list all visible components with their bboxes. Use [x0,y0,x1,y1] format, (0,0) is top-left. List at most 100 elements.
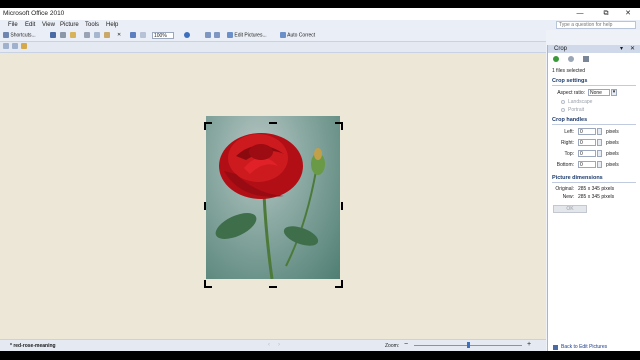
email-button[interactable] [70,32,76,39]
undo-button[interactable] [130,32,136,39]
forward-nav-icon[interactable] [568,56,574,62]
cut-button[interactable] [84,32,90,39]
copy-button[interactable] [94,32,100,39]
pane-close-icon[interactable]: ✕ [630,45,635,52]
left-unit: pixels [606,129,619,135]
crop-handle-bottom-left-vertical[interactable] [204,280,206,288]
picture-dimensions-heading: Picture dimensions [552,175,603,181]
top-spinner[interactable] [597,150,602,157]
original-label: Original: [555,186,574,192]
single-view-button[interactable] [21,43,27,50]
print-button[interactable] [60,32,66,39]
right-unit: pixels [606,140,619,146]
divider [552,124,636,125]
edit-pictures-label: Edit Pictures... [234,32,267,39]
menu-help[interactable]: Help [106,22,118,28]
crop-handle-top-right-vertical[interactable] [341,122,343,130]
save-button[interactable] [50,32,56,39]
divider [552,182,636,183]
right-spinner[interactable] [597,139,602,146]
back-to-edit-pictures-link[interactable]: Back to Edit Pictures [561,344,607,350]
paste-icon [104,32,110,38]
menu-edit[interactable]: Edit [25,22,35,28]
divider [552,85,636,86]
bottom-label: Bottom: [556,162,574,168]
help-button[interactable] [184,32,190,39]
menu-tools[interactable]: Tools [85,22,99,28]
redo-button[interactable] [140,32,146,39]
aspect-ratio-select[interactable]: None [588,89,610,96]
edit-pictures-icon [227,32,233,38]
menu-picture[interactable]: Picture [60,22,79,28]
restore-button[interactable]: ⧉ [594,8,618,20]
edit-pictures-button[interactable]: Edit Pictures... [227,32,267,39]
title-bar: Microsoft Office 2010 — ⧉ ✕ [0,8,640,20]
file-name: * red-rose-meaning [10,343,56,349]
crop-handle-bottom-right-vertical[interactable] [341,280,343,288]
filmstrip-view-button[interactable] [12,43,18,50]
back-to-edit-icon [553,345,558,350]
shortcuts-icon [3,32,9,38]
crop-settings-heading: Crop settings [552,78,588,84]
crop-pane-title: Crop [554,46,568,52]
crop-handle-top[interactable] [269,122,277,124]
landscape-label: Landscape [568,99,593,105]
undo-icon [130,32,136,38]
rotate-right-button[interactable] [214,32,220,39]
home-icon[interactable] [583,56,589,62]
menu-bar: File Edit View Picture Tools Help [0,20,640,30]
zoom-slider-thumb[interactable] [467,342,470,348]
chevron-down-icon[interactable]: ▾ [611,89,617,96]
print-icon [60,32,66,38]
rose-image [206,116,340,279]
view-toolbar [0,42,546,53]
crop-handle-top-left-vertical[interactable] [204,122,206,130]
pane-dropdown-icon[interactable]: ▾ [620,45,623,52]
rotate-left-button[interactable] [205,32,211,39]
help-search-input[interactable]: Type a question for help [556,21,636,29]
close-button[interactable]: ✕ [616,8,640,20]
right-input[interactable]: 0 [578,139,596,146]
original-value: 285 x 345 pixels [578,186,615,192]
menu-view[interactable]: View [42,22,55,28]
left-input[interactable]: 0 [578,128,596,135]
new-value: 285 x 345 pixels [578,194,615,200]
right-label: Right: [560,140,574,146]
crop-handles-heading: Crop handles [552,117,588,123]
thumbnail-view-icon [3,43,9,49]
auto-correct-button[interactable]: Auto Correct [280,32,315,39]
shortcuts-button[interactable]: Shortcuts... [3,32,36,39]
bottom-input[interactable]: 0 [578,161,596,168]
status-bar: * red-rose-meaning ‹ › Zoom: − + [0,339,546,351]
landscape-radio[interactable] [561,100,565,104]
back-nav-icon[interactable] [553,56,559,62]
auto-correct-icon [280,32,286,38]
top-unit: pixels [606,151,619,157]
copy-icon [94,32,100,38]
crop-handle-right[interactable] [341,202,343,210]
crop-handle-left[interactable] [204,202,206,210]
next-arrow-icon[interactable]: › [278,342,280,348]
rotate-right-icon [214,32,220,38]
menu-file[interactable]: File [8,22,18,28]
crop-handle-bottom[interactable] [269,286,277,288]
new-label: New: [562,194,574,200]
zoom-field[interactable]: 100% [152,32,174,39]
bottom-spinner[interactable] [597,161,602,168]
left-spinner[interactable] [597,128,602,135]
portrait-label: Portrait [568,107,585,113]
paste-button[interactable] [104,32,110,39]
thumbnail-view-button[interactable] [3,43,9,50]
zoom-in-icon[interactable]: + [527,341,531,348]
files-selected-text: 1 files selected [552,68,586,74]
help-icon [184,32,190,38]
prev-arrow-icon[interactable]: ‹ [268,342,270,348]
ok-button[interactable]: OK [553,205,587,213]
zoom-out-icon[interactable]: − [404,341,408,348]
portrait-radio[interactable] [561,108,565,112]
top-input[interactable]: 0 [578,150,596,157]
crop-task-pane: 1 files selected Crop settings Aspect ra… [547,53,640,351]
minimize-button[interactable]: — [568,8,592,20]
rose-illustration [215,133,325,279]
delete-button[interactable]: ✕ [117,32,121,39]
